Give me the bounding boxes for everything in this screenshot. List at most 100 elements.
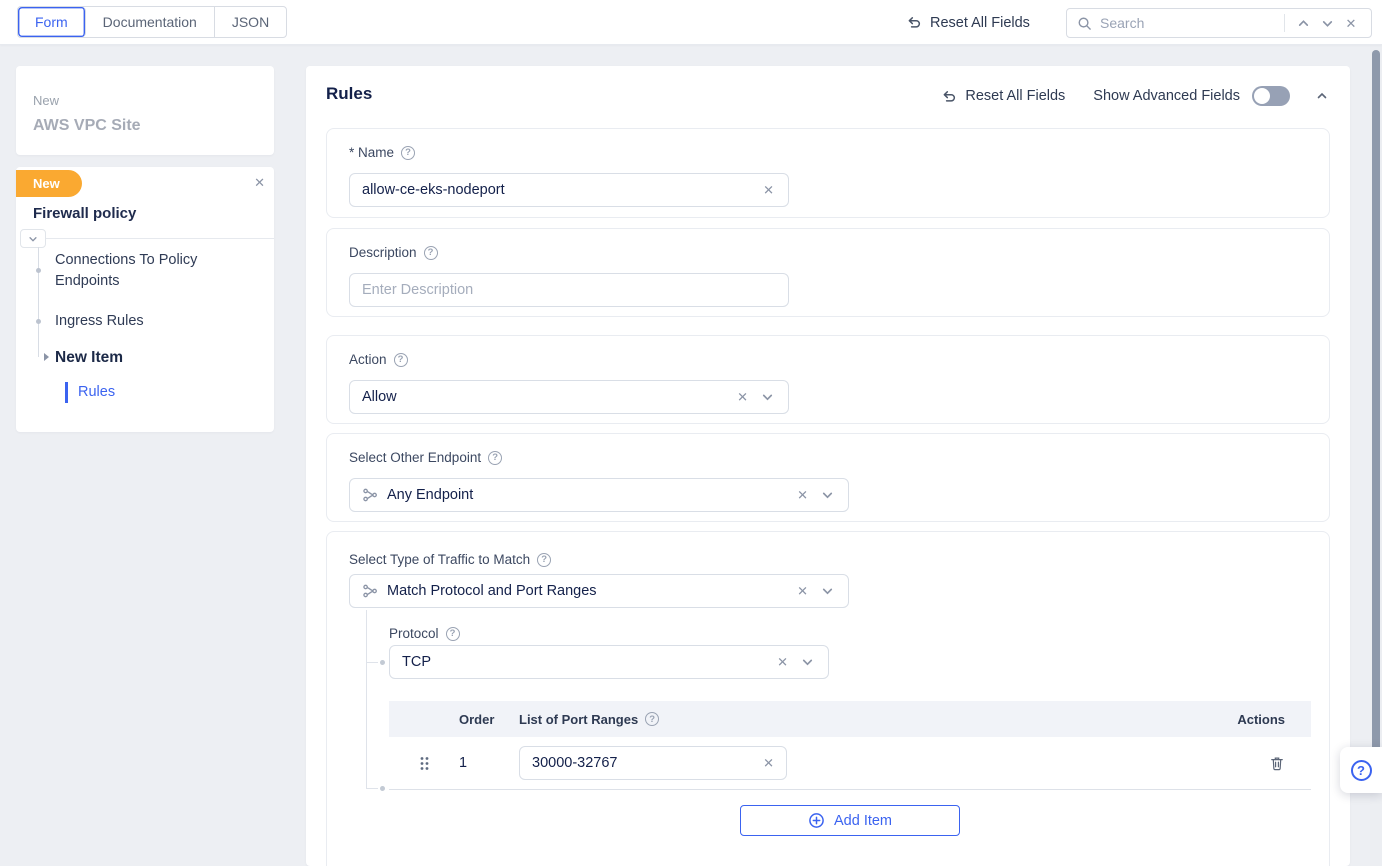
protocol-value: TCP	[402, 654, 431, 670]
context-card: New AWS VPC Site	[16, 66, 274, 155]
search-input[interactable]	[1100, 15, 1278, 31]
show-advanced-fields-label: Show Advanced Fields	[1093, 88, 1240, 104]
active-item-bar	[65, 382, 68, 403]
tab-json[interactable]: JSON	[215, 7, 286, 37]
reset-all-fields-label: Reset All Fields	[930, 15, 1030, 31]
tab-documentation[interactable]: Documentation	[86, 7, 215, 37]
other-endpoint-label: Select Other Endpoint	[349, 450, 481, 465]
description-input[interactable]	[362, 282, 776, 298]
search-divider	[1284, 14, 1285, 32]
traffic-match-section: Select Type of Traffic to Match Match Pr…	[326, 531, 1330, 866]
help-circle-icon[interactable]	[401, 146, 415, 160]
undo-icon	[940, 88, 957, 105]
traffic-value: Match Protocol and Port Ranges	[387, 583, 597, 599]
action-value: Allow	[362, 389, 397, 405]
port-ranges-table-header: Order List of Port Ranges Actions	[389, 701, 1311, 737]
panel-title: Rules	[326, 84, 372, 104]
nesting-guide-line	[366, 610, 367, 789]
nesting-guide-stub	[367, 788, 378, 789]
nesting-guide-stub	[367, 662, 378, 663]
help-circle-icon[interactable]	[394, 353, 408, 367]
chevron-down-icon[interactable]	[821, 585, 834, 598]
description-field-section: Description	[326, 228, 1330, 317]
reset-all-fields-button[interactable]: Reset All Fields	[905, 0, 1030, 45]
panel-reset-all-fields-button[interactable]: Reset All Fields	[940, 88, 1065, 105]
view-tabs: Form Documentation JSON	[17, 6, 287, 38]
traffic-select[interactable]: Match Protocol and Port Ranges ✕	[349, 574, 849, 608]
undo-icon	[905, 14, 922, 31]
search-icon	[1077, 16, 1092, 31]
row-order-value: 1	[459, 755, 519, 771]
description-label: Description	[349, 245, 417, 260]
help-button[interactable]: ?	[1340, 747, 1382, 793]
tree-guide-line	[38, 247, 39, 357]
sidebar-item-new-item[interactable]: New Item	[55, 347, 247, 368]
name-input[interactable]	[362, 182, 776, 198]
firewall-policy-card: New ✕ Firewall policy Connections To Pol…	[16, 167, 274, 432]
sidebar-item-connections[interactable]: Connections To Policy Endpoints	[55, 250, 247, 292]
chevron-down-icon[interactable]	[821, 489, 834, 502]
clear-icon[interactable]: ✕	[797, 489, 808, 502]
clear-icon[interactable]: ✕	[777, 656, 788, 669]
endpoint-selector-icon	[362, 487, 378, 503]
name-label: * Name	[349, 145, 394, 160]
chevron-down-icon[interactable]	[761, 391, 774, 404]
collapse-section-icon[interactable]	[1316, 90, 1328, 102]
panel-controls: Reset All Fields Show Advanced Fields	[940, 83, 1328, 109]
action-label: Action	[349, 352, 387, 367]
column-order: Order	[459, 712, 519, 727]
nesting-guide-dot	[380, 786, 385, 791]
help-circle-icon[interactable]	[645, 712, 659, 726]
tree-bullet	[36, 319, 41, 324]
endpoint-selector-icon	[362, 583, 378, 599]
policy-tree: Connections To Policy Endpoints Ingress …	[16, 167, 274, 432]
clear-icon[interactable]: ✕	[763, 757, 774, 770]
close-icon[interactable]: ✕	[1339, 11, 1363, 35]
chevron-up-icon[interactable]	[1291, 11, 1315, 35]
protocol-label: Protocol	[389, 626, 439, 641]
clear-icon[interactable]: ✕	[763, 184, 774, 197]
help-circle-icon[interactable]	[537, 553, 551, 567]
other-endpoint-select[interactable]: Any Endpoint ✕	[349, 478, 849, 512]
port-range-input-wrap: ✕	[519, 746, 787, 780]
add-item-button[interactable]: Add Item	[740, 805, 960, 836]
scrollbar-thumb[interactable]	[1372, 50, 1380, 793]
clear-icon[interactable]: ✕	[737, 391, 748, 404]
show-advanced-fields-toggle[interactable]	[1252, 86, 1290, 106]
action-field-section: Action Allow ✕	[326, 335, 1330, 424]
rules-panel: Rules Reset All Fields Show Advanced Fie…	[306, 66, 1350, 866]
protocol-select[interactable]: TCP ✕	[389, 645, 829, 679]
chevron-down-icon[interactable]	[801, 656, 814, 669]
help-circle-icon[interactable]	[446, 627, 460, 641]
top-toolbar: Form Documentation JSON Reset All Fields…	[0, 0, 1382, 45]
nesting-guide-dot	[380, 660, 385, 665]
context-title: AWS VPC Site	[33, 117, 141, 135]
context-eyebrow: New	[33, 93, 59, 108]
caret-right-icon	[44, 353, 49, 361]
help-circle-icon[interactable]	[424, 246, 438, 260]
tree-bullet	[36, 268, 41, 273]
sidebar-item-rules[interactable]: Rules	[78, 384, 115, 400]
question-mark-icon: ?	[1351, 760, 1372, 781]
help-circle-icon[interactable]	[488, 451, 502, 465]
toggle-knob	[1254, 88, 1270, 104]
chevron-down-icon[interactable]	[1315, 11, 1339, 35]
traffic-label: Select Type of Traffic to Match	[349, 552, 530, 567]
other-endpoint-section: Select Other Endpoint Any Endpoint ✕	[326, 433, 1330, 522]
other-endpoint-value: Any Endpoint	[387, 487, 473, 503]
panel-reset-label: Reset All Fields	[965, 88, 1065, 104]
delete-row-icon[interactable]	[1269, 755, 1285, 772]
port-range-input[interactable]	[532, 755, 752, 771]
plus-circle-icon	[808, 812, 825, 829]
search-bar: ✕	[1066, 8, 1372, 38]
name-input-wrap: ✕	[349, 173, 789, 207]
column-port-ranges: List of Port Ranges	[519, 712, 638, 727]
drag-handle-icon[interactable]	[389, 756, 459, 771]
column-actions: Actions	[1221, 712, 1311, 727]
clear-icon[interactable]: ✕	[797, 585, 808, 598]
tab-form[interactable]: Form	[18, 7, 86, 37]
sidebar-item-ingress-rules[interactable]: Ingress Rules	[55, 311, 247, 332]
action-select[interactable]: Allow ✕	[349, 380, 789, 414]
add-item-label: Add Item	[834, 813, 892, 829]
name-field-section: * Name ✕	[326, 128, 1330, 218]
